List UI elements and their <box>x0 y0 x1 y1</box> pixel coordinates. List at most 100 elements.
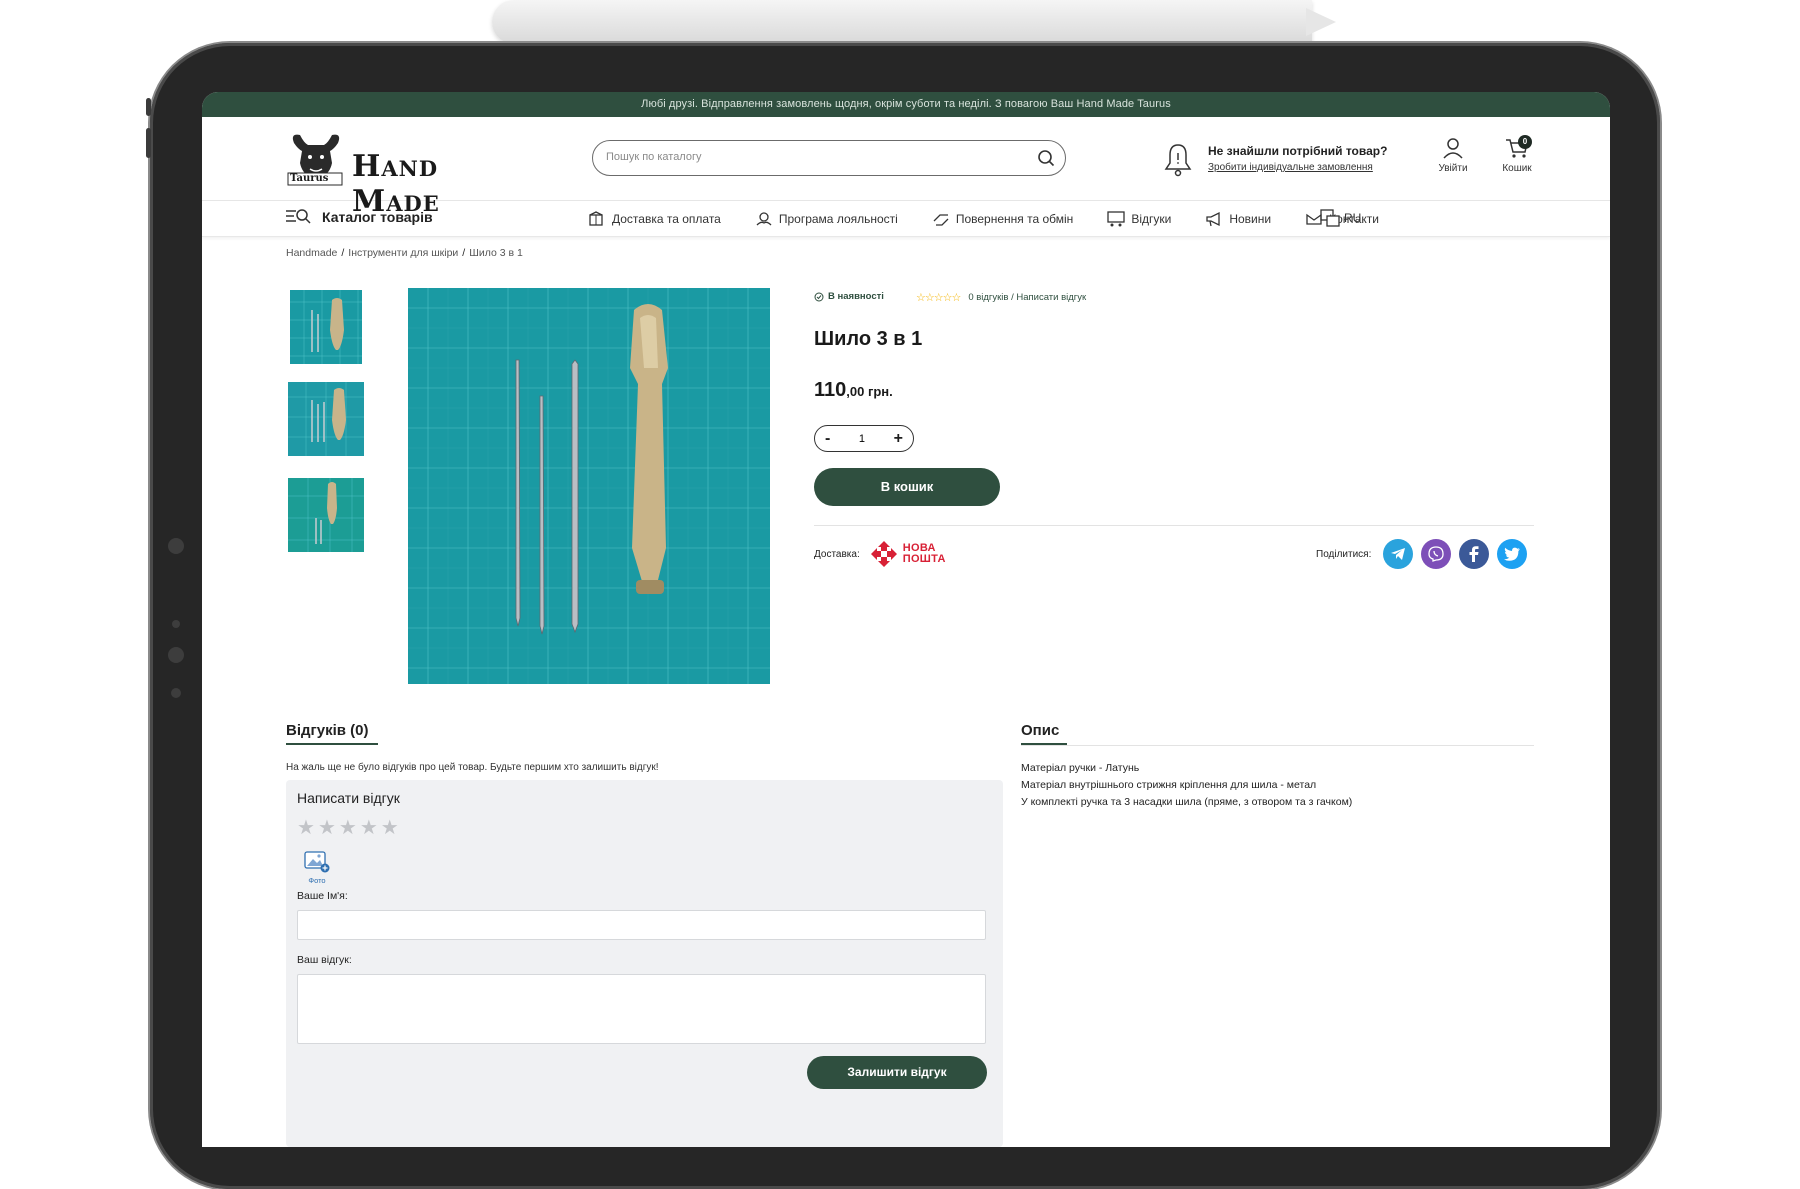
rating-row: ☆☆☆☆☆ 0 відгуків / Написати відгук <box>916 291 1086 304</box>
nav-item-label: Доставка та оплата <box>612 212 721 226</box>
description-heading[interactable]: Опис <box>1021 722 1059 739</box>
name-field-label: Ваше Ім'я: <box>297 890 348 902</box>
user-icon <box>1443 138 1463 159</box>
star-icon[interactable]: ★ <box>297 818 315 838</box>
quantity-input[interactable] <box>846 432 877 445</box>
breadcrumb-item[interactable]: Handmade <box>286 247 337 259</box>
return-icon <box>933 214 949 226</box>
reviews-heading[interactable]: Відгуків (0) <box>286 722 369 739</box>
tablet-screen: Любі друзі. Відправлення замовлень щодня… <box>202 92 1610 1147</box>
logo-sub-text: Taurus <box>290 173 329 184</box>
share-block: Поділитися: <box>1316 539 1528 569</box>
quantity-decrease-button[interactable]: - <box>825 430 830 448</box>
search-icon[interactable] <box>1037 149 1055 167</box>
review-form: Написати відгук ★ ★ ★ ★ ★ Фото Ваше Ім'я… <box>286 780 1003 1147</box>
photo-upload-button[interactable]: Фото <box>300 850 334 885</box>
description-line: Матеріал внутрішнього стрижня кріплення … <box>1021 779 1317 791</box>
site-logo[interactable]: Taurus Hand Made <box>286 129 498 219</box>
search-bar <box>592 140 1066 176</box>
catalog-label: Каталог товарів <box>322 209 433 225</box>
nav-item-label: Програма лояльності <box>778 212 898 226</box>
quantity-stepper: - + <box>814 425 914 452</box>
tablet-mic-dot <box>171 688 181 698</box>
megaphone-icon <box>1206 211 1220 227</box>
nova-poshta-line: ПОШТА <box>902 553 946 565</box>
tablet-volume-button <box>146 128 151 158</box>
add-to-cart-button[interactable]: В кошик <box>814 468 1000 506</box>
product-thumbnail-1[interactable] <box>290 290 362 364</box>
tablet-camera-dot <box>168 538 184 554</box>
product-thumbnail-image <box>288 382 364 456</box>
announcement-bar: Любі друзі. Відправлення замовлень щодня… <box>202 92 1610 117</box>
product-thumbnail-2[interactable] <box>288 382 364 456</box>
product-photo <box>408 288 770 684</box>
search-input[interactable] <box>606 151 1006 163</box>
review-star-rating: ★ ★ ★ ★ ★ <box>297 818 399 838</box>
custom-order-link[interactable]: Зробити індивідуальне замовлення <box>1208 162 1373 173</box>
description-line: У комплекті ручка та 3 насадки шила (пря… <box>1021 796 1353 808</box>
reviews-empty-text: На жаль ще не було відгуків про цей това… <box>286 762 659 773</box>
review-field-label: Ваш відгук: <box>297 954 352 966</box>
cart-button[interactable]: 0 Кошик <box>1492 135 1542 187</box>
language-switch[interactable]: RU <box>1320 209 1361 227</box>
review-textarea[interactable] <box>297 974 986 1044</box>
product-main-image[interactable] <box>408 288 770 684</box>
product-thumbnail-image <box>290 290 362 364</box>
reviews-link[interactable]: 0 відгуків / Написати відгук <box>968 292 1086 303</box>
submit-review-button[interactable]: Залишити відгук <box>807 1056 987 1089</box>
telegram-icon[interactable] <box>1383 539 1414 569</box>
breadcrumb-separator: / <box>341 247 345 259</box>
check-circle-icon <box>814 292 824 301</box>
star-icon[interactable]: ★ <box>381 818 399 838</box>
breadcrumb: Handmade / Інструменти для шкіри / Шило … <box>286 247 523 259</box>
product-divider <box>814 525 1534 526</box>
tablet-sensor-dot <box>172 620 180 628</box>
twitter-icon[interactable] <box>1497 539 1528 569</box>
price-main: 110 <box>814 379 847 401</box>
language-icon <box>1320 209 1340 227</box>
delivery-block: Доставка: НОВА ПОШТА <box>814 540 946 568</box>
nova-poshta-icon <box>870 541 897 567</box>
star-icon[interactable]: ★ <box>360 818 378 838</box>
photo-upload-label: Фото <box>308 876 326 885</box>
price-fraction: ,00 грн. <box>846 384 893 399</box>
name-field[interactable] <box>297 910 986 940</box>
login-button[interactable]: Увійти <box>1428 137 1478 187</box>
stylus-pencil <box>492 0 1312 44</box>
star-icon[interactable]: ★ <box>339 818 357 838</box>
product-title: Шило 3 в 1 <box>814 328 923 350</box>
loyalty-icon <box>756 212 772 226</box>
description-rule <box>1021 745 1534 746</box>
nav-item-returns[interactable]: Повернення та обмін <box>932 211 1073 227</box>
catalog-search-icon <box>286 209 311 224</box>
product-thumbnail-3[interactable] <box>288 478 364 552</box>
main-nav: Каталог товарів Доставка та оплата Прогр… <box>202 201 1610 237</box>
nova-poshta-logo: НОВА ПОШТА <box>870 540 946 568</box>
nav-items: Доставка та оплата Програма лояльності П… <box>588 211 1379 227</box>
rating-stars-icon: ☆☆☆☆☆ <box>916 292 961 304</box>
nav-item-label: Новини <box>1229 212 1272 226</box>
site-header: Taurus Hand Made Не знайшли потрібний то… <box>202 117 1610 219</box>
star-icon[interactable]: ★ <box>318 818 336 838</box>
breadcrumb-item[interactable]: Інструменти для шкіри <box>348 247 458 259</box>
tablet-camera-dot-2 <box>168 647 184 663</box>
nav-item-label: Повернення та обмін <box>955 212 1074 226</box>
nav-item-delivery[interactable]: Доставка та оплата <box>588 211 721 227</box>
review-form-title: Написати відгук <box>297 790 400 806</box>
nova-poshta-text: НОВА ПОШТА <box>903 543 946 565</box>
catalog-button[interactable]: Каталог товарів <box>286 208 433 226</box>
product-thumbnail-image <box>288 478 364 552</box>
nav-item-loyalty[interactable]: Програма лояльності <box>755 211 898 227</box>
viber-icon[interactable] <box>1421 539 1452 569</box>
breadcrumb-item[interactable]: Шило 3 в 1 <box>469 247 523 259</box>
login-label: Увійти <box>1438 163 1468 174</box>
stylus-tip <box>1306 8 1336 36</box>
share-label: Поділитися: <box>1316 548 1372 560</box>
cart-count-badge: 0 <box>1518 135 1532 149</box>
bell-icon <box>1164 144 1192 177</box>
nav-item-news[interactable]: Новини <box>1205 211 1271 227</box>
quantity-increase-button[interactable]: + <box>894 430 903 448</box>
nav-item-reviews[interactable]: Відгуки <box>1107 211 1171 227</box>
facebook-icon[interactable] <box>1459 539 1490 569</box>
custom-order-block: Не знайшли потрібний товар? Зробити інди… <box>1164 141 1404 181</box>
